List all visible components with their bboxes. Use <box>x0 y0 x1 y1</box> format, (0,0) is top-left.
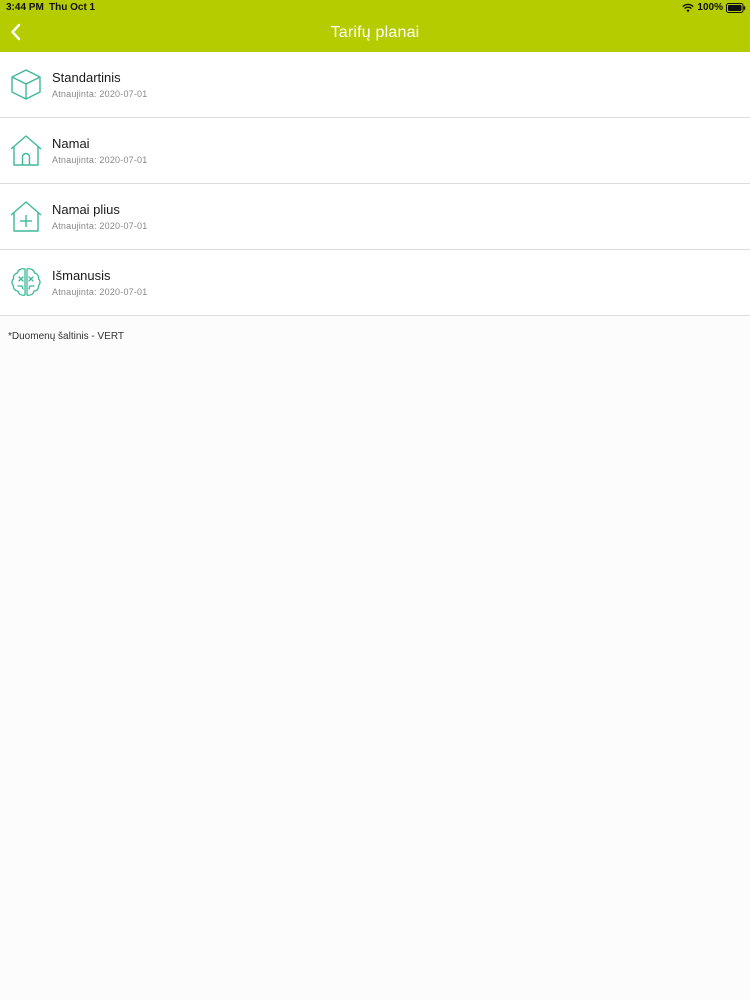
data-source-note: *Duomenų šaltinis - VERT <box>8 331 124 342</box>
plan-updated: Atnaujinta: 2020-07-01 <box>52 89 148 99</box>
status-bar: 3:44 PM Thu Oct 1 100% <box>0 0 750 16</box>
status-time: 3:44 PM <box>6 2 44 13</box>
plan-title: Namai <box>52 136 90 151</box>
plan-updated: Atnaujinta: 2020-07-01 <box>52 155 148 165</box>
tariff-plan-list: Standartinis Atnaujinta: 2020-07-01 Nama… <box>0 52 750 316</box>
list-item-standartinis[interactable]: Standartinis Atnaujinta: 2020-07-01 <box>0 52 750 118</box>
battery-icon <box>726 2 746 13</box>
plan-title: Standartinis <box>52 70 121 85</box>
wifi-icon <box>682 3 695 13</box>
page-title: Tarifų planai <box>330 24 420 41</box>
house-icon <box>10 134 42 166</box>
navigation-bar: Tarifų planai <box>0 16 750 52</box>
battery-percent: 100% <box>697 2 723 13</box>
status-date: Thu Oct 1 <box>49 2 96 13</box>
plan-title: Namai plius <box>52 202 120 217</box>
top-bar: 3:44 PM Thu Oct 1 100% Tarifų planai <box>0 0 750 52</box>
brain-icon <box>10 266 42 298</box>
plan-title: Išmanusis <box>52 268 111 283</box>
plan-updated: Atnaujinta: 2020-07-01 <box>52 221 148 231</box>
list-item-ismanusis[interactable]: Išmanusis Atnaujinta: 2020-07-01 <box>0 250 750 316</box>
house-plus-icon <box>10 200 42 232</box>
list-item-namai-plius[interactable]: Namai plius Atnaujinta: 2020-07-01 <box>0 184 750 250</box>
plan-updated: Atnaujinta: 2020-07-01 <box>52 287 148 297</box>
list-item-namai[interactable]: Namai Atnaujinta: 2020-07-01 <box>0 118 750 184</box>
box-icon <box>10 68 42 100</box>
status-indicators: 100% <box>682 1 746 14</box>
